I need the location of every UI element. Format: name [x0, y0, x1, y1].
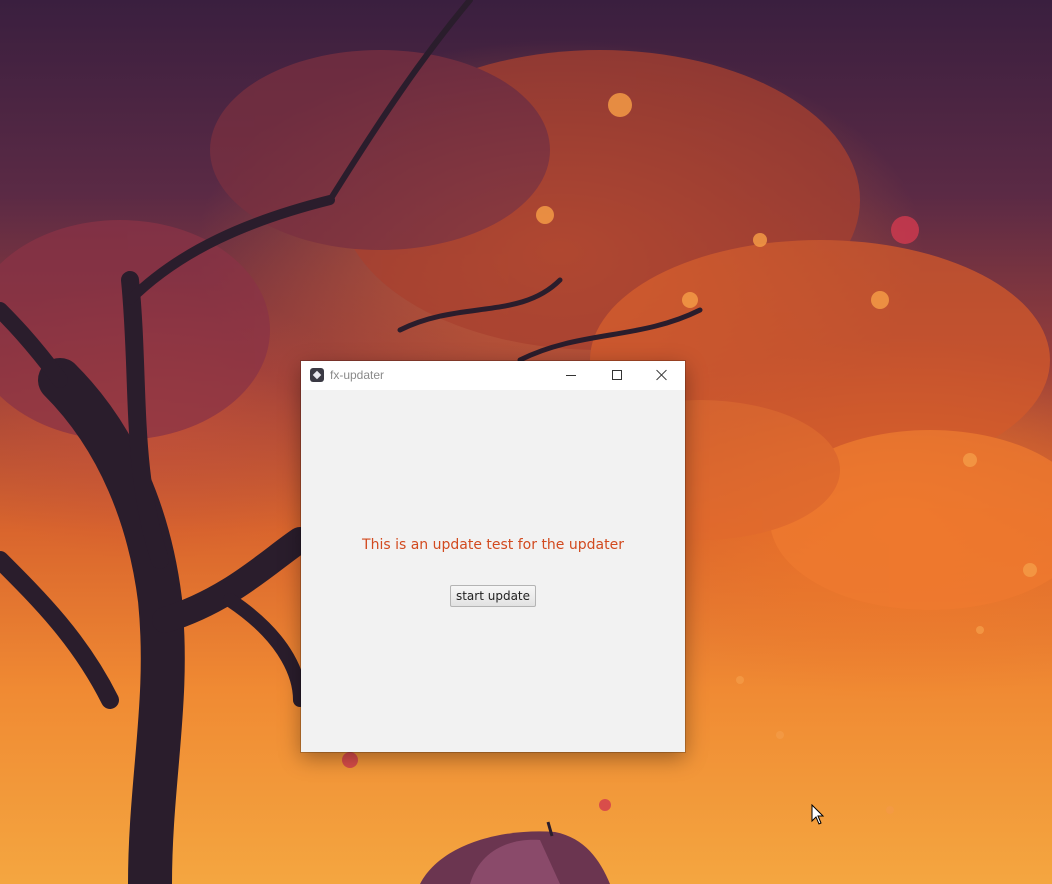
window-titlebar[interactable]: fx-updater	[301, 361, 685, 390]
window-title: fx-updater	[330, 368, 385, 382]
window-content: This is an update test for the updater s…	[301, 390, 685, 752]
app-window: fx-updater This is an update test for th…	[301, 361, 685, 752]
arrow-cursor-icon	[811, 804, 825, 825]
maximize-button[interactable]	[594, 361, 639, 390]
maximize-icon	[612, 370, 622, 380]
desktop-wallpaper: fx-updater This is an update test for th…	[0, 0, 1052, 884]
minimize-button[interactable]	[549, 361, 594, 390]
close-button[interactable]	[639, 361, 684, 390]
minimize-icon	[566, 375, 576, 376]
app-icon	[310, 368, 324, 382]
close-icon	[656, 369, 668, 381]
start-update-button[interactable]: start update	[450, 585, 536, 607]
update-message: This is an update test for the updater	[362, 537, 624, 553]
